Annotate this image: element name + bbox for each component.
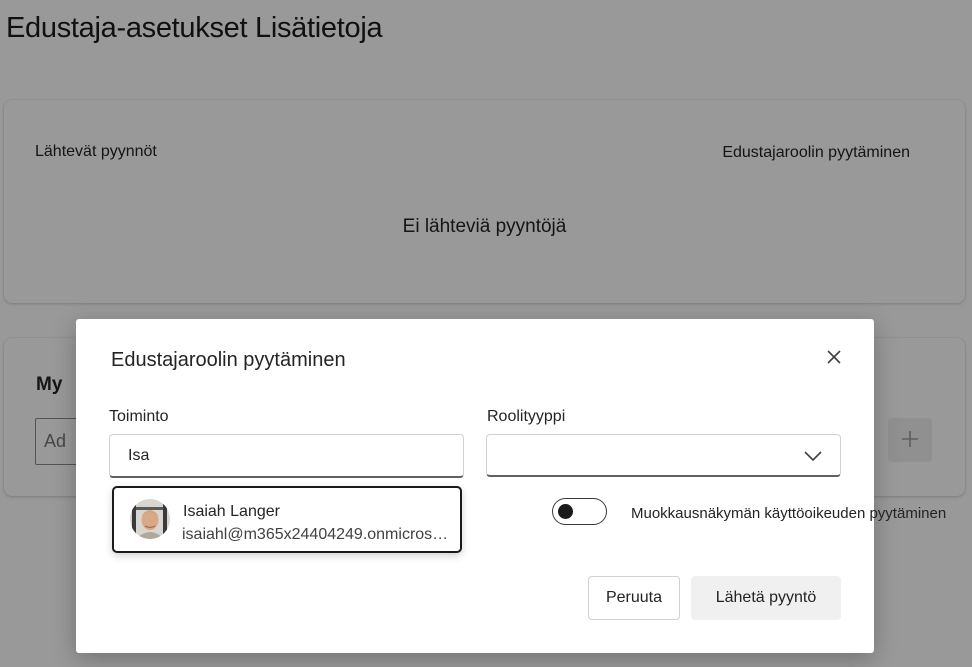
- close-button[interactable]: [821, 346, 847, 372]
- role-type-dropdown[interactable]: [486, 434, 841, 477]
- edit-access-toggle[interactable]: [552, 498, 607, 525]
- avatar: [130, 499, 170, 539]
- close-icon: [826, 349, 842, 370]
- person-suggestion-item[interactable]: Isaiah Langer isaiahl@m365x24404249.onmi…: [112, 486, 462, 553]
- request-delegate-dialog: Edustajaroolin pyytäminen Toiminto Rooli…: [76, 319, 946, 653]
- send-request-button[interactable]: Lähetä pyyntö: [691, 576, 841, 620]
- suggestion-email: isaiahl@m365x24404249.onmicrosoft.com: [182, 526, 452, 543]
- chevron-down-icon: [804, 447, 822, 470]
- action-field-label: Toiminto: [109, 408, 169, 425]
- dialog-title: Edustajaroolin pyytäminen: [111, 349, 346, 371]
- action-search-input[interactable]: [109, 434, 464, 478]
- role-type-label: Roolityyppi: [487, 408, 566, 425]
- cancel-button[interactable]: Peruuta: [588, 576, 680, 620]
- suggestion-name: Isaiah Langer: [183, 503, 280, 520]
- edit-access-toggle-label: Muokkausnäkymän käyttöoikeuden pyytämine…: [631, 505, 947, 522]
- toggle-knob: [558, 504, 573, 519]
